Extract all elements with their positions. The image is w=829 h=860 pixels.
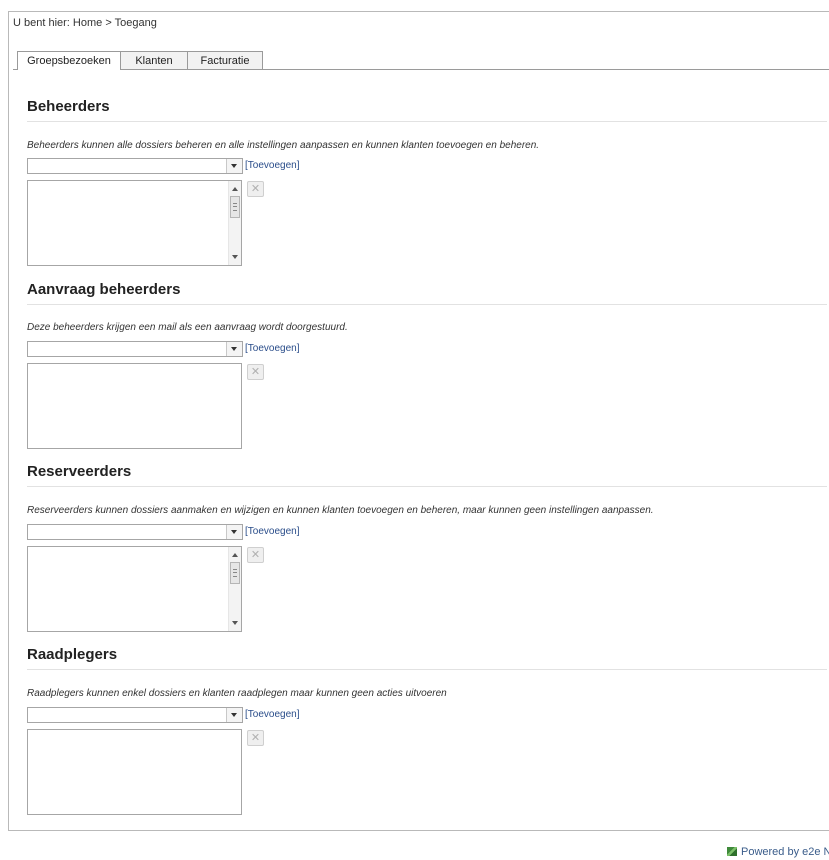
section-divider bbox=[27, 304, 827, 305]
tab-klanten[interactable]: Klanten bbox=[120, 51, 188, 69]
breadcrumb: U bent hier: Home > Toegang bbox=[13, 17, 157, 29]
e2e-logo-icon bbox=[727, 847, 737, 856]
chevron-down-icon[interactable] bbox=[226, 342, 242, 356]
aanvraag-remove-button[interactable]: ✕ bbox=[247, 364, 264, 380]
scroll-thumb[interactable] bbox=[230, 562, 240, 584]
powered-by: Powered by e2e NV bbox=[727, 846, 829, 858]
scroll-thumb[interactable] bbox=[230, 196, 240, 218]
close-icon: ✕ bbox=[250, 366, 261, 378]
aanvraag-listbox[interactable] bbox=[27, 363, 242, 449]
raadplegers-remove-button[interactable]: ✕ bbox=[247, 730, 264, 746]
scroll-down-icon[interactable] bbox=[232, 621, 238, 625]
breadcrumb-current: Toegang bbox=[114, 17, 157, 29]
tab-groepsbezoeken[interactable]: Groepsbezoeken bbox=[17, 51, 121, 70]
section-description: Raadplegers kunnen enkel dossiers en kla… bbox=[27, 688, 447, 699]
section-divider bbox=[27, 486, 827, 487]
aanvraag-user-select[interactable] bbox=[27, 341, 243, 357]
reserveerders-remove-button[interactable]: ✕ bbox=[247, 547, 264, 563]
close-icon: ✕ bbox=[250, 732, 261, 744]
tabs-divider bbox=[13, 69, 829, 70]
section-divider bbox=[27, 121, 827, 122]
aanvraag-add-link[interactable]: [Toevoegen] bbox=[245, 343, 300, 354]
beheerders-user-select[interactable] bbox=[27, 158, 243, 174]
raadplegers-add-link[interactable]: [Toevoegen] bbox=[245, 709, 300, 720]
chevron-down-icon[interactable] bbox=[226, 708, 242, 722]
section-divider bbox=[27, 669, 827, 670]
section-title-raadplegers: Raadplegers bbox=[27, 646, 118, 663]
chevron-down-icon[interactable] bbox=[226, 525, 242, 539]
chevron-down-icon[interactable] bbox=[226, 159, 242, 173]
reserveerders-user-select[interactable] bbox=[27, 524, 243, 540]
powered-by-text[interactable]: Powered by e2e NV bbox=[741, 846, 829, 858]
raadplegers-listbox[interactable] bbox=[27, 729, 242, 815]
section-title-reserveerders: Reserveerders bbox=[27, 463, 132, 480]
close-icon: ✕ bbox=[250, 183, 261, 195]
listbox-scrollbar[interactable] bbox=[228, 547, 241, 631]
section-title-aanvraag-beheerders: Aanvraag beheerders bbox=[27, 281, 181, 298]
reserveerders-listbox[interactable] bbox=[27, 546, 242, 632]
section-description: Beheerders kunnen alle dossiers beheren … bbox=[27, 140, 540, 151]
breadcrumb-separator: > bbox=[102, 17, 115, 29]
scroll-down-icon[interactable] bbox=[232, 255, 238, 259]
beheerders-add-link[interactable]: [Toevoegen] bbox=[245, 160, 300, 171]
section-description: Reserveerders kunnen dossiers aanmaken e… bbox=[27, 505, 654, 516]
beheerders-listbox[interactable] bbox=[27, 180, 242, 266]
section-title-beheerders: Beheerders bbox=[27, 98, 110, 115]
breadcrumb-home-link[interactable]: Home bbox=[73, 17, 102, 29]
scroll-up-icon[interactable] bbox=[232, 553, 238, 557]
tab-facturatie[interactable]: Facturatie bbox=[187, 51, 263, 69]
close-icon: ✕ bbox=[250, 549, 261, 561]
breadcrumb-prefix: U bent hier: bbox=[13, 17, 73, 29]
section-description: Deze beheerders krijgen een mail als een… bbox=[27, 322, 348, 333]
listbox-scrollbar[interactable] bbox=[228, 181, 241, 265]
reserveerders-add-link[interactable]: [Toevoegen] bbox=[245, 526, 300, 537]
raadplegers-user-select[interactable] bbox=[27, 707, 243, 723]
scroll-up-icon[interactable] bbox=[232, 187, 238, 191]
beheerders-remove-button[interactable]: ✕ bbox=[247, 181, 264, 197]
